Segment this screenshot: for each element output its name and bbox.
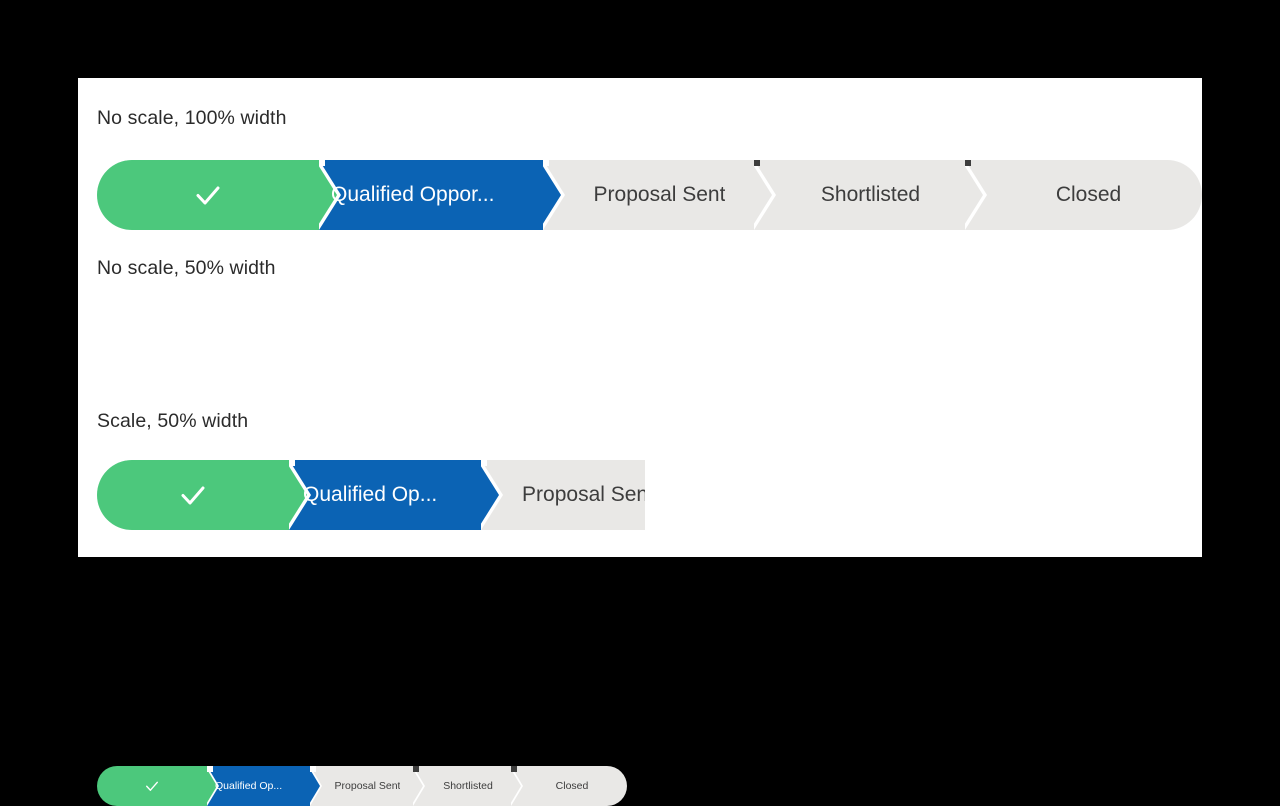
stage-current[interactable]: Qualified Oppor...: [319, 160, 565, 230]
stage-label: Proposal Sent: [593, 183, 726, 206]
section-no-scale-50: No scale, 50% width Qualified Op... Prop…: [78, 228, 1202, 530]
stage-upcoming[interactable]: Closed: [965, 160, 1202, 230]
stage-label: Proposal Sent: [522, 483, 645, 506]
pathbar-100-clip: Qualified Oppor... Proposal Sent Shortli…: [97, 160, 1202, 230]
stage-label: Qualified Op...: [303, 483, 438, 506]
stage-current[interactable]: Qualified Op...: [207, 766, 322, 806]
section-label-scale-50: Scale, 50% width: [97, 410, 249, 432]
stage-label: Qualified Op...: [215, 780, 283, 792]
stage-completed[interactable]: [97, 160, 341, 230]
stage-upcoming[interactable]: Proposal Sent: [310, 766, 425, 806]
stage-label: Closed: [1055, 183, 1122, 206]
stage-upcoming[interactable]: Closed: [511, 766, 627, 806]
check-icon: [146, 781, 158, 791]
pathbar-100: Qualified Oppor... Proposal Sent Shortli…: [97, 160, 1202, 230]
screen-root: No scale, 100% width Qualified Oppor...: [0, 0, 1280, 806]
stage-upcoming[interactable]: Proposal Sent: [543, 160, 776, 230]
stage-label: Shortlisted: [443, 780, 493, 792]
stage-completed[interactable]: [97, 766, 219, 806]
stage-label: Proposal Sent: [334, 780, 401, 792]
section-no-scale-100: No scale, 100% width Qualified Oppor...: [78, 78, 1202, 230]
stage-upcoming[interactable]: Shortlisted: [413, 766, 523, 806]
check-icon: [196, 186, 220, 205]
pathbar-scaled: Qualified Op... Proposal Sent Shortliste…: [97, 766, 627, 806]
demo-card: No scale, 100% width Qualified Oppor...: [78, 78, 1202, 806]
stage-upcoming[interactable]: Shortlisted: [754, 160, 987, 230]
section-label-no-scale-100: No scale, 100% width: [97, 107, 287, 129]
stage-label: Qualified Oppor...: [331, 183, 495, 206]
section-label-no-scale-50: No scale, 50% width: [97, 257, 276, 279]
stage-label: Closed: [555, 780, 589, 792]
section-scale-50: Scale, 50% width Qualified Op... Proposa…: [78, 381, 1202, 806]
pathbar-scaled-clip: Qualified Op... Proposal Sent Shortliste…: [97, 766, 645, 806]
check-icon: [181, 486, 205, 505]
stage-label: Shortlisted: [820, 183, 921, 206]
